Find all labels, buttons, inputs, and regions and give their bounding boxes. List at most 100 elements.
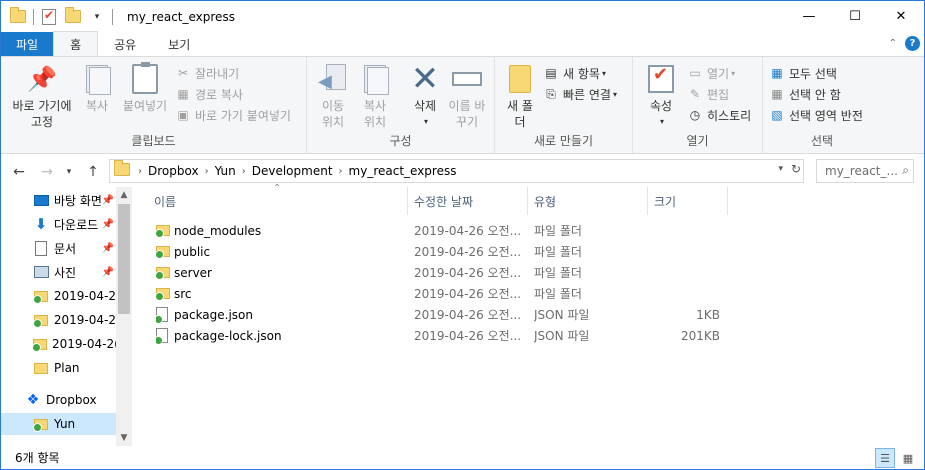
- forward-icon[interactable]: →: [35, 160, 59, 184]
- cut-button[interactable]: ✂ 잘라내기: [175, 63, 239, 83]
- copy-button[interactable]: 복사: [77, 63, 117, 114]
- up-icon[interactable]: ↑: [81, 160, 105, 184]
- toolbar-divider: [112, 8, 113, 25]
- maximize-button[interactable]: ☐: [832, 1, 878, 32]
- breadcrumb-yun[interactable]: Yun: [211, 164, 240, 178]
- move-to-button[interactable]: ◀ 이동 위치: [315, 63, 351, 130]
- column-header-modified[interactable]: 수정한 날짜: [408, 187, 528, 215]
- tab-share[interactable]: 공유: [98, 32, 152, 56]
- clipboard-group-label: 클립보드: [131, 134, 176, 148]
- file-row[interactable]: server 2019-04-26 오전... 파일 폴더: [148, 262, 728, 283]
- invert-selection-icon: ▧: [771, 108, 783, 122]
- nav-item-yun[interactable]: Yun: [1, 413, 116, 435]
- copy-path-button[interactable]: ▦ 경로 복사: [175, 84, 243, 104]
- nav-item-documents[interactable]: 문서 📌: [1, 237, 116, 259]
- file-modified: 2019-04-26 오전...: [414, 287, 522, 301]
- file-type: 파일 폴더: [534, 266, 582, 280]
- file-size: [654, 220, 720, 241]
- address-bar[interactable]: › Dropbox › Yun › Development › my_react…: [109, 159, 804, 183]
- address-history-icon[interactable]: ▾: [778, 164, 783, 174]
- download-icon: ⬇: [34, 215, 48, 233]
- properties-icon: [645, 63, 677, 95]
- file-row[interactable]: public 2019-04-26 오전... 파일 폴더: [148, 241, 728, 262]
- breadcrumb-separator: ›: [241, 165, 246, 177]
- pin-quick-access-button[interactable]: 📌 바로 가기에 고정: [7, 63, 77, 130]
- recent-locations-icon[interactable]: ▾: [57, 160, 81, 184]
- customize-toolbar-icon[interactable]: ▾: [88, 8, 106, 26]
- copy-to-button[interactable]: 복사 위치: [357, 63, 393, 130]
- search-input[interactable]: my_react_... ⌕: [816, 159, 914, 183]
- chevron-down-icon: ▾: [731, 68, 736, 78]
- pin-icon: 📌: [101, 266, 114, 278]
- new-folder-button[interactable]: 새 폴더: [503, 63, 537, 130]
- rename-button[interactable]: 이름 바꾸기: [447, 63, 487, 130]
- properties-button[interactable]: 속성 ▾: [643, 63, 679, 130]
- nav-item-desktop[interactable]: 바탕 화면 📌: [1, 189, 116, 211]
- refresh-icon[interactable]: ↻: [791, 162, 801, 176]
- properties-icon[interactable]: [40, 8, 58, 26]
- file-row[interactable]: package.json 2019-04-26 오전... JSON 파일 1K…: [148, 304, 728, 325]
- large-icons-view-icon[interactable]: ▦: [898, 448, 918, 468]
- scroll-up-icon[interactable]: ▲: [116, 187, 132, 203]
- file-size: [654, 241, 720, 262]
- file-list: ⌃ 이름 수정한 날짜 유형 크기 node_modules 2019-04-2…: [132, 183, 924, 446]
- ribbon-tabs: 파일 홈 공유 보기 ⌃ ?: [1, 31, 924, 56]
- easy-access-button[interactable]: ⎘ 빠른 연결 ▾: [543, 84, 617, 104]
- file-type: 파일 폴더: [534, 287, 582, 301]
- nav-item-plan[interactable]: Plan: [1, 357, 116, 379]
- column-header-size[interactable]: 크기: [648, 187, 728, 215]
- nav-item-dropbox[interactable]: ❖ Dropbox: [1, 389, 116, 411]
- collapse-ribbon-icon[interactable]: ⌃: [889, 38, 897, 49]
- open-button[interactable]: ▭ 열기 ▾: [687, 63, 735, 83]
- breadcrumb-development[interactable]: Development: [248, 164, 337, 178]
- breadcrumb-current[interactable]: my_react_express: [345, 164, 461, 178]
- nav-item-folder[interactable]: 2019-04-2(: [1, 333, 116, 355]
- edit-button[interactable]: ✎ 편집: [687, 84, 729, 104]
- invert-selection-button[interactable]: ▧ 선택 영역 반전: [769, 105, 863, 125]
- file-row[interactable]: package-lock.json 2019-04-26 오전... JSON …: [148, 325, 728, 346]
- help-icon[interactable]: ?: [905, 36, 920, 51]
- delete-button[interactable]: ✕ 삭제 ▾: [405, 62, 445, 130]
- new-folder-icon[interactable]: [64, 7, 82, 26]
- new-item-button[interactable]: ▤ 새 항목 ▾: [543, 63, 606, 83]
- close-button[interactable]: ✕: [878, 1, 924, 32]
- pictures-icon: [33, 264, 49, 280]
- file-row[interactable]: src 2019-04-26 오전... 파일 폴더: [148, 283, 728, 304]
- details-view-icon[interactable]: ☰: [875, 448, 895, 468]
- copy-path-icon: ▦: [177, 87, 189, 101]
- folder-icon: [33, 416, 49, 432]
- scroll-thumb[interactable]: [118, 204, 130, 314]
- file-name: node_modules: [174, 223, 262, 238]
- paste-button[interactable]: 붙여넣기: [119, 62, 171, 114]
- nav-item-folder[interactable]: 2019-04-2: [1, 309, 116, 331]
- breadcrumb-dropbox[interactable]: Dropbox: [144, 164, 203, 178]
- nav-item-pictures[interactable]: 사진 📌: [1, 261, 116, 283]
- minimize-button[interactable]: —: [786, 1, 832, 32]
- folder-icon: [156, 262, 170, 283]
- nav-scrollbar[interactable]: ▲ ▼: [116, 187, 132, 446]
- tab-home[interactable]: 홈: [53, 31, 99, 56]
- select-none-button[interactable]: ▦ 선택 안 함: [769, 84, 840, 104]
- breadcrumb-separator: ›: [204, 165, 209, 177]
- file-type: JSON 파일: [534, 308, 590, 322]
- nav-item-downloads[interactable]: ⬇ 다운로드 📌: [1, 213, 116, 235]
- tab-view[interactable]: 보기: [152, 32, 206, 56]
- paste-shortcut-button[interactable]: ▣ 바로 가기 붙여넣기: [175, 105, 291, 125]
- chevron-down-icon: ▾: [601, 68, 606, 78]
- rename-icon: [451, 63, 483, 95]
- scroll-down-icon[interactable]: ▼: [116, 430, 132, 446]
- nav-item-folder[interactable]: 2019-04-2: [1, 285, 116, 307]
- new-group: 새 폴더 ▤ 새 항목 ▾ ⎘ 빠른 연결 ▾ 새로 만들기: [495, 57, 633, 153]
- json-file-icon: [156, 304, 168, 325]
- back-icon[interactable]: ←: [7, 160, 31, 184]
- move-to-icon: ◀: [317, 63, 349, 95]
- folder-icon: [156, 220, 170, 241]
- history-button[interactable]: ◷ 히스토리: [687, 105, 751, 125]
- column-header-type[interactable]: 유형: [528, 187, 648, 215]
- file-row[interactable]: node_modules 2019-04-26 오전... 파일 폴더: [148, 220, 728, 241]
- tab-file[interactable]: 파일: [1, 32, 54, 56]
- select-all-button[interactable]: ▦ 모두 선택: [769, 63, 837, 83]
- desktop-icon: [33, 192, 49, 208]
- file-name: public: [174, 244, 211, 259]
- column-header-name[interactable]: 이름: [148, 187, 408, 215]
